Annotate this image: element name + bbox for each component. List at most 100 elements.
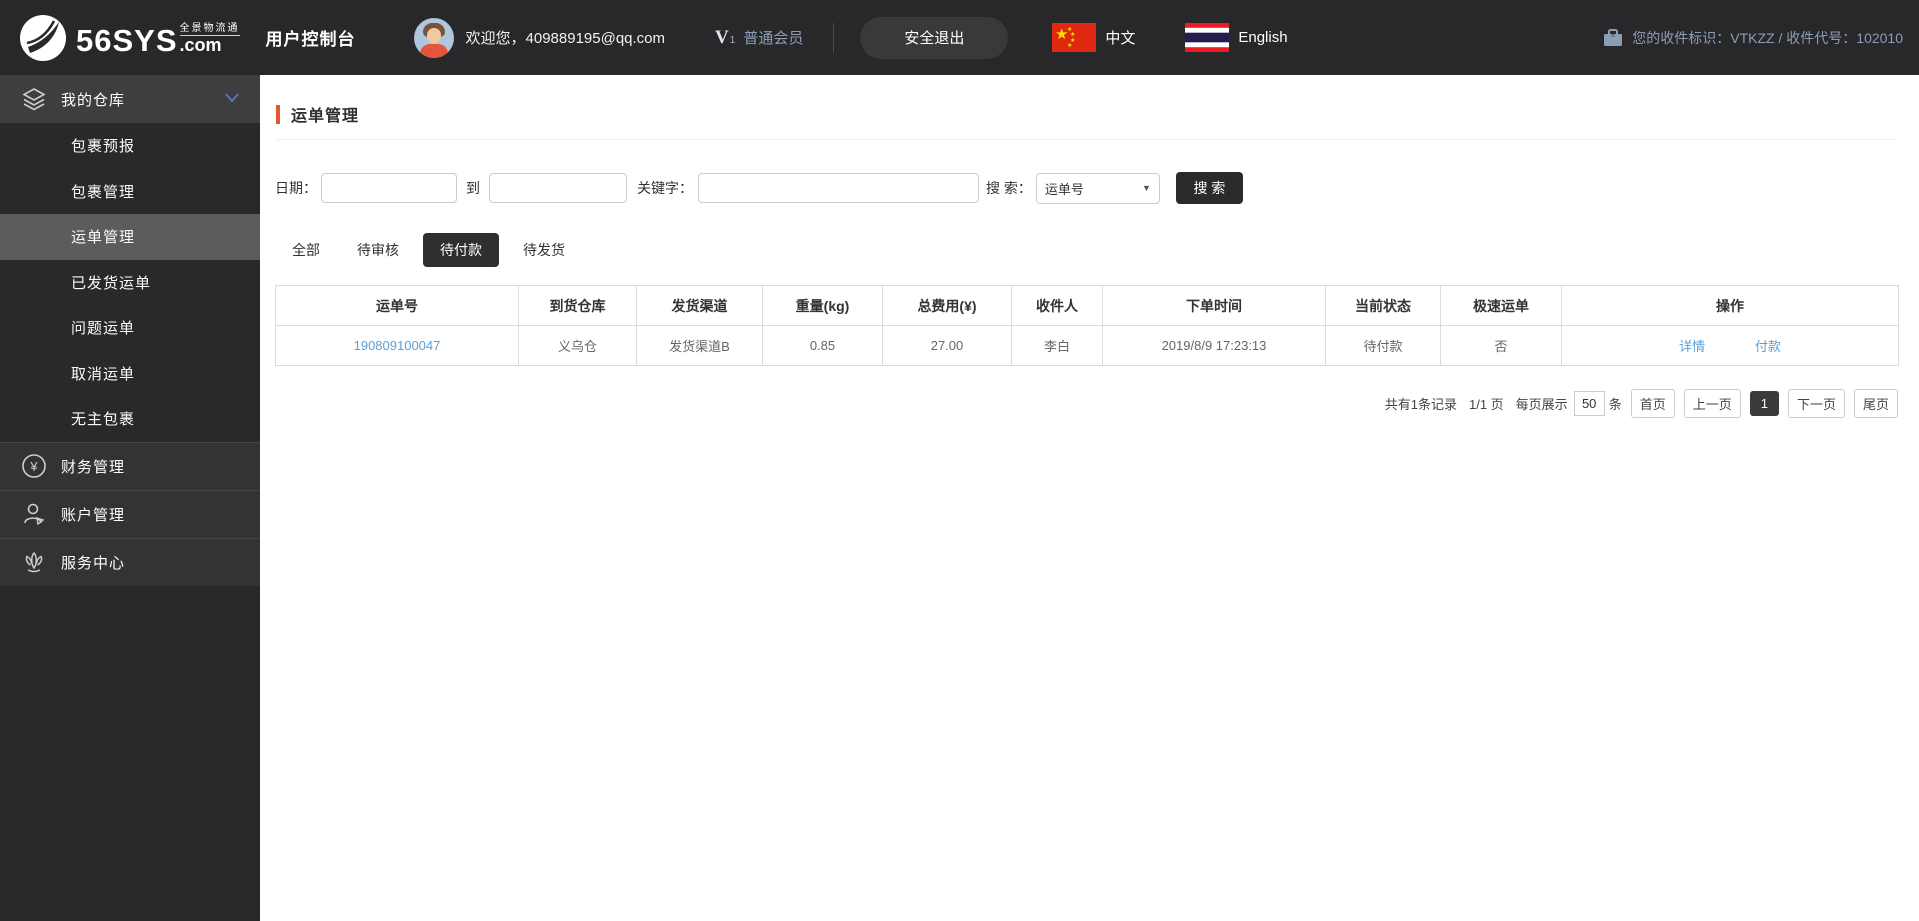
table-row: 190809100047 义乌仓 发货渠道B 0.85 27.00 李白 201…	[275, 325, 1899, 366]
cell-channel: 发货渠道B	[636, 325, 763, 366]
tab-all[interactable]: 全部	[292, 233, 320, 267]
page-title: 运单管理	[291, 108, 360, 125]
cell-warehouse: 义乌仓	[518, 325, 637, 366]
prev-page-button[interactable]: 上一页	[1683, 389, 1741, 418]
per-page-input[interactable]	[1573, 391, 1605, 416]
detail-link[interactable]: 详情	[1679, 339, 1705, 354]
sidebar-section-service[interactable]: 服务中心	[0, 537, 260, 586]
first-page-button[interactable]: 首页	[1630, 389, 1675, 418]
col-receiver: 收件人	[1011, 285, 1103, 326]
svg-text:★: ★	[1070, 31, 1075, 38]
tab-pending-review[interactable]: 待审核	[357, 233, 399, 267]
app-window: 56SYS 全景物流通 .com 用户控制台 欢迎您，409889195@qq.…	[0, 0, 1919, 921]
to-label: 到	[466, 180, 480, 196]
sidebar-section-label: 我的仓库	[61, 91, 126, 109]
brand-suffix: .com	[179, 35, 222, 56]
title-accent-bar	[276, 104, 280, 124]
search-type-select[interactable]: 运单号 ▼	[1035, 172, 1160, 204]
crown-icon	[25, 551, 43, 573]
lang-label-zh: 中文	[1105, 30, 1136, 47]
date-to-input[interactable]	[489, 173, 627, 203]
avatar[interactable]	[413, 17, 454, 58]
date-from-input[interactable]	[321, 173, 457, 203]
sidebar-item-cancel-waybill[interactable]: 取消运单	[0, 351, 260, 397]
chevron-down-icon	[225, 93, 239, 103]
svg-text:★: ★	[1067, 42, 1072, 49]
last-page-button[interactable]: 尾页	[1853, 389, 1898, 418]
sidebar-item-package-manage[interactable]: 包裹管理	[0, 169, 260, 215]
sidebar-item-shipped-waybill[interactable]: 已发货运单	[0, 260, 260, 306]
table-header-row: 运单号 到货仓库 发货渠道 重量(kg) 总费用(¥) 收件人 下单时间 当前状…	[275, 285, 1899, 326]
per-page-prefix: 每页展示	[1515, 397, 1568, 412]
date-label: 日期：	[275, 180, 317, 196]
sidebar-item-unclaimed-package[interactable]: 无主包裹	[0, 396, 260, 442]
cell-weight: 0.85	[762, 325, 883, 366]
cell-express: 否	[1440, 325, 1562, 366]
col-express: 极速运单	[1440, 285, 1562, 326]
yen-circle-icon: ¥	[22, 454, 46, 478]
search-button[interactable]: 搜 索	[1175, 172, 1243, 204]
sidebar-item-package-forecast[interactable]: 包裹预报	[0, 123, 260, 169]
receiver-info: 您的收件标识：VTKZZ / 收件代号：102010	[1603, 28, 1903, 48]
lang-switch-english[interactable]: English	[1185, 23, 1288, 52]
sidebar-submenu: 包裹预报 包裹管理 运单管理 已发货运单 问题运单 取消运单 无主包裹	[0, 123, 260, 442]
col-waybill-no: 运单号	[275, 285, 519, 326]
col-warehouse: 到货仓库	[518, 285, 637, 326]
logout-button[interactable]: 安全退出	[860, 16, 1009, 59]
sidebar-item-problem-waybill[interactable]: 问题运单	[0, 305, 260, 351]
current-page-button[interactable]: 1	[1749, 391, 1779, 416]
sidebar-item-waybill-manage[interactable]: 运单管理	[0, 214, 260, 260]
sidebar-section-account[interactable]: 账户管理	[0, 489, 260, 538]
welcome-text: 欢迎您，409889195@qq.com	[465, 30, 666, 47]
lang-switch-chinese[interactable]: ★ ★ ★ ★ ★ 中文	[1052, 23, 1135, 52]
lang-label-en: English	[1238, 29, 1288, 46]
top-header: 56SYS 全景物流通 .com 用户控制台 欢迎您，409889195@qq.…	[0, 0, 1919, 75]
cell-order-time: 2019/8/9 17:23:13	[1102, 325, 1326, 366]
cell-status: 待付款	[1325, 325, 1441, 366]
parcel-icon	[1604, 28, 1623, 46]
filter-row: 日期： 到 关键字： 搜 索： 运单号 ▼ 搜 索	[275, 172, 1243, 204]
pay-link[interactable]: 付款	[1755, 339, 1781, 354]
col-channel: 发货渠道	[636, 285, 763, 326]
brand-name: 56SYS	[76, 22, 178, 58]
console-title: 用户控制台	[265, 30, 356, 49]
sidebar-section-label: 账户管理	[61, 506, 126, 524]
member-badge: V 1 普通会员	[715, 27, 803, 49]
sidebar-section-finance[interactable]: ¥ 财务管理	[0, 441, 260, 490]
pagination-page: 1/1 页	[1468, 397, 1504, 412]
page-title-row: 运单管理	[276, 102, 359, 126]
cell-receiver: 李白	[1011, 325, 1103, 366]
header-divider	[833, 22, 835, 53]
next-page-button[interactable]: 下一页	[1787, 389, 1845, 418]
tab-pending-payment[interactable]: 待付款	[423, 233, 499, 267]
sidebar-section-label: 财务管理	[61, 458, 126, 476]
china-flag-icon: ★ ★ ★ ★ ★	[1052, 23, 1097, 52]
per-page-suffix: 条	[1608, 397, 1622, 412]
keyword-input[interactable]	[698, 173, 979, 203]
cell-total-fee: 27.00	[882, 325, 1012, 366]
user-icon	[24, 503, 45, 526]
sidebar-section-label: 服务中心	[61, 554, 126, 572]
member-v-level: 1	[729, 34, 736, 46]
search-type-label: 搜 索：	[986, 180, 1032, 196]
thailand-flag-icon	[1185, 23, 1230, 52]
waybill-table: 运单号 到货仓库 发货渠道 重量(kg) 总费用(¥) 收件人 下单时间 当前状…	[275, 285, 1899, 366]
main-content: 运单管理 日期： 到 关键字： 搜 索： 运单号 ▼ 搜 索 全部 待审核 待付…	[260, 75, 1919, 921]
select-arrow-icon: ▼	[1141, 183, 1151, 193]
receiver-text: 您的收件标识：VTKZZ / 收件代号：102010	[1632, 29, 1903, 46]
keyword-label: 关键字：	[637, 180, 693, 196]
brand-logo[interactable]: 56SYS 全景物流通 .com	[18, 13, 240, 63]
member-label: 普通会员	[743, 29, 804, 47]
sidebar-section-warehouse[interactable]: 我的仓库	[0, 75, 260, 123]
svg-text:¥: ¥	[29, 459, 38, 474]
title-separator	[276, 139, 1897, 140]
col-weight: 重量(kg)	[762, 285, 883, 326]
pagination: 共有1条记录 1/1 页 每页展示 条 首页 上一页 1 下一页 尾页	[1385, 389, 1898, 418]
waybill-no-link[interactable]: 190809100047	[354, 338, 441, 353]
member-v-icon: V	[715, 26, 729, 48]
brand-tagline: 全景物流通	[179, 19, 240, 37]
tab-pending-shipment[interactable]: 待发货	[523, 233, 565, 267]
layers-icon	[22, 88, 46, 111]
status-tabs: 全部 待审核 待付款 待发货	[292, 233, 602, 267]
pagination-total: 共有1条记录	[1384, 397, 1457, 412]
